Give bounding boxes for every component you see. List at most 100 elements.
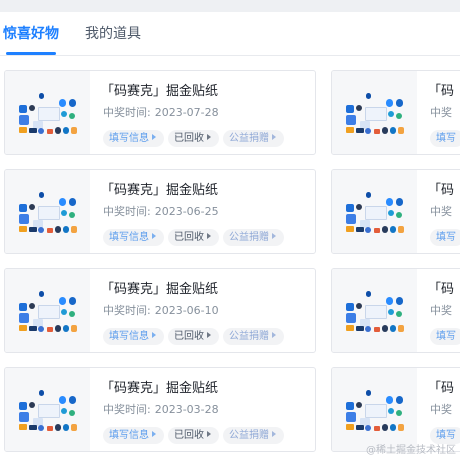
sticker-shape [19,424,27,430]
sticker-shape [356,128,364,133]
sticker-shape [19,325,27,331]
prize-card-partial: 「码 中奖 填写 [331,367,460,452]
recycled-button[interactable]: 已回收 [168,427,219,444]
sticker-shape [69,396,76,404]
prize-title: 「码 [428,183,455,198]
sticker-shape [39,192,44,198]
win-date-label: 中奖 [430,304,452,317]
caret-right-icon [272,134,276,140]
top-strip [0,0,460,12]
sticker-shape [386,297,393,305]
charity-donate-button[interactable]: 公益捐赠 [223,229,284,246]
sticker-shape [55,127,61,134]
charity-donate-button[interactable]: 公益捐赠 [223,328,284,345]
sticker-shape [396,99,403,107]
sticker-shape [346,313,356,323]
fill-info-button[interactable]: 填写信息 [103,229,164,246]
sticker-shape [396,113,402,119]
prize-card-partial: 「码 中奖 填写 [331,169,460,254]
fill-info-button[interactable]: 填写 [430,328,460,345]
sticker-shape [63,226,69,233]
caret-right-icon [152,332,156,338]
sticker-shape [61,309,67,315]
sticker-shape [366,192,371,198]
sticker-sheet-image [332,170,417,253]
win-date-label: 中奖时间: [103,403,151,416]
sticker-shape [366,390,371,396]
caret-right-icon [152,233,156,239]
win-date-label: 中奖 [430,403,452,416]
sticker-shape [388,309,394,315]
sticker-shape [19,412,29,422]
sticker-shape [396,410,402,416]
sticker-shape [365,227,371,233]
fill-info-button[interactable]: 填写信息 [103,328,164,345]
win-date-value: 2023-06-10 [154,304,219,317]
sticker-shape [19,303,27,311]
sticker-shape [396,297,403,305]
sticker-shape [346,214,356,224]
prize-title: 「码赛克」掘金贴纸 [101,282,219,297]
sticker-shape [398,424,404,431]
sticker-shape [390,226,396,233]
fill-info-button[interactable]: 填写信息 [103,130,164,147]
sticker-shape [71,424,77,431]
fill-info-button[interactable]: 填写 [430,130,460,147]
fill-info-label: 填写信息 [109,430,149,441]
caret-right-icon [207,431,211,437]
prize-card: 「码赛克」掘金贴纸 中奖时间: 2023-07-28 填写信息 已回收 公益捐赠 [4,70,316,155]
sticker-shape [382,424,388,431]
prize-card: 「码赛克」掘金贴纸 中奖时间: 2023-03-28 填写信息 已回收 公益捐赠 [4,367,316,452]
charity-donate-button[interactable]: 公益捐赠 [223,427,284,444]
sticker-shape [71,325,77,332]
charity-donate-label: 公益捐赠 [229,331,269,342]
sticker-shape [69,410,75,416]
sticker-shape [69,311,75,317]
win-date-label: 中奖时间: [103,304,151,317]
win-date-label: 中奖 [430,106,452,119]
charity-donate-button[interactable]: 公益捐赠 [223,130,284,147]
win-date: 中奖时间: 2023-07-28 [103,104,219,120]
caret-right-icon [207,233,211,239]
sticker-shape [29,402,35,408]
sticker-shape [346,412,356,422]
win-date-value: 2023-07-28 [154,106,219,119]
recycled-button[interactable]: 已回收 [168,130,219,147]
sticker-shape [55,226,61,233]
caret-right-icon [152,431,156,437]
recycled-button[interactable]: 已回收 [168,229,219,246]
prize-title: 「码赛克」掘金贴纸 [101,381,219,396]
sticker-shape [69,113,75,119]
sticker-shape [396,212,402,218]
fill-info-button[interactable]: 填写 [430,229,460,246]
sticker-shape [365,305,387,319]
sticker-shape [19,105,27,113]
sticker-shape [38,107,60,121]
sticker-shape [346,424,354,430]
win-date-label: 中奖时间: [103,205,151,218]
prize-title: 「码赛克」掘金贴纸 [101,84,219,99]
sticker-shape [390,325,396,332]
sticker-sheet-image [332,368,417,451]
recycled-label: 已回收 [174,232,204,243]
fill-info-label: 填写信息 [109,232,149,243]
sticker-shape [47,327,53,332]
sticker-shape [19,204,27,212]
tab-my-props[interactable]: 我的道具 [85,25,141,43]
fill-info-button[interactable]: 填写信息 [103,427,164,444]
sticker-shape [61,210,67,216]
tab-surprise-goods[interactable]: 惊喜好物 [3,25,59,43]
sticker-shape [19,214,29,224]
fill-info-label: 填写信息 [109,331,149,342]
sticker-shape [38,326,44,332]
caret-right-icon [272,431,276,437]
prize-card: 「码赛克」掘金贴纸 中奖时间: 2023-06-25 填写信息 已回收 公益捐赠 [4,169,316,254]
sticker-shape [38,128,44,134]
sticker-shape [346,325,354,331]
sticker-shape [365,128,371,134]
prize-title: 「码赛克」掘金贴纸 [101,183,219,198]
recycled-button[interactable]: 已回收 [168,328,219,345]
sticker-shape [71,127,77,134]
sticker-shape [47,129,53,134]
sticker-shape [29,326,37,331]
